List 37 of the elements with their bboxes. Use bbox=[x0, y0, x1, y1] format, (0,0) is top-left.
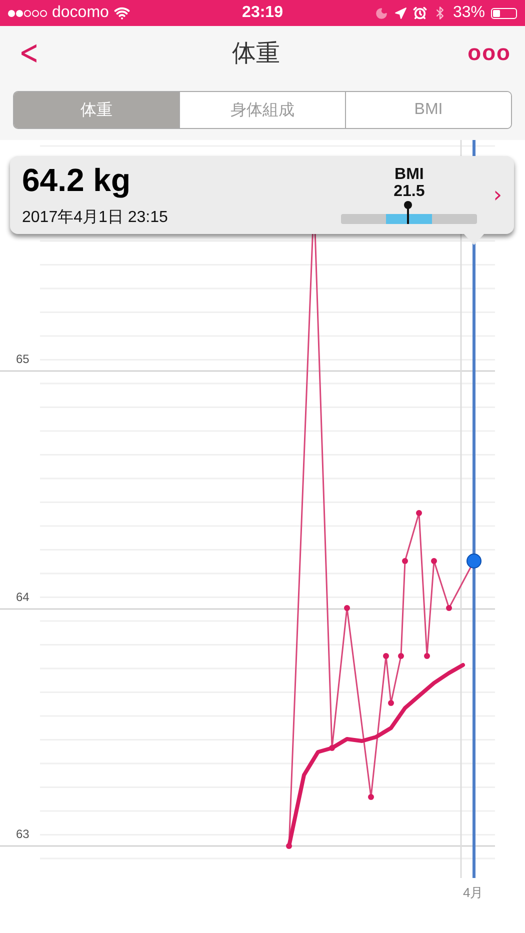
clock-time: 23:19 bbox=[242, 4, 283, 22]
bmi-label: BMI bbox=[394, 166, 424, 183]
back-button[interactable]: < bbox=[18, 33, 40, 73]
battery-percent: 33% bbox=[452, 4, 486, 22]
data-point bbox=[286, 843, 292, 849]
data-point bbox=[446, 605, 452, 611]
measured-time: 2017年4月1日 23:15 bbox=[22, 208, 169, 228]
data-point bbox=[402, 558, 408, 564]
alarm-icon bbox=[412, 6, 427, 20]
selected-point[interactable] bbox=[466, 554, 482, 568]
data-point bbox=[383, 653, 389, 659]
location-icon bbox=[394, 6, 407, 20]
battery-icon bbox=[491, 8, 518, 18]
bmi-value: 21.5 bbox=[394, 183, 425, 200]
data-point bbox=[431, 558, 437, 564]
segment-tab[interactable]: 体重 bbox=[14, 92, 179, 128]
weight-value: 64.2 kg bbox=[22, 162, 132, 199]
segment-tab[interactable]: 身体組成 bbox=[179, 92, 345, 128]
data-point bbox=[424, 653, 430, 659]
data-point bbox=[398, 653, 404, 659]
moon-icon bbox=[374, 6, 388, 20]
data-point bbox=[388, 700, 394, 706]
axis-label: 4月 bbox=[463, 885, 484, 900]
data-point bbox=[368, 794, 374, 800]
carrier-name: docomo bbox=[52, 4, 109, 22]
screen-title: 体重 bbox=[232, 39, 280, 69]
more-button[interactable]: ooo bbox=[468, 40, 511, 66]
wifi-icon bbox=[114, 5, 130, 21]
signal-icon bbox=[8, 10, 47, 16]
axis-label: 64 bbox=[16, 590, 30, 604]
segment-tab[interactable]: BMI bbox=[345, 92, 511, 128]
data-point bbox=[416, 510, 422, 516]
axis-label: 65 bbox=[16, 352, 30, 366]
axis-label: 63 bbox=[16, 827, 30, 841]
normal-range-band bbox=[386, 214, 432, 224]
data-point bbox=[344, 605, 350, 611]
data-point bbox=[329, 745, 335, 751]
